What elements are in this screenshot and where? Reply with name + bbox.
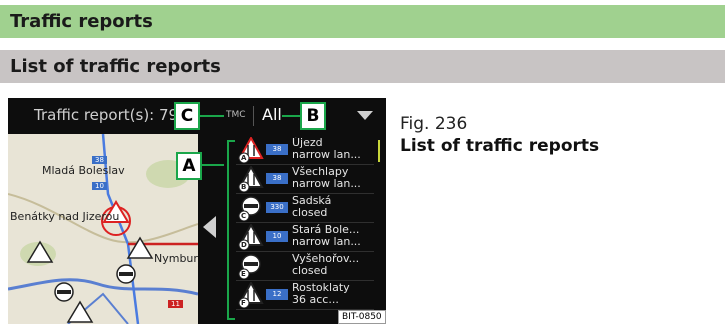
traffic-list-panel: A 38 Újezd narrow lan... B 38 Všechlapy narrow … [198, 134, 386, 324]
marker-letter: D [241, 241, 247, 249]
tmc-label: TMC [226, 110, 246, 120]
topbar-divider [253, 106, 254, 126]
road-number-badge: 38 [266, 144, 288, 155]
road-number-badge: 38 [266, 173, 288, 184]
navigation-screen-figure: Traffic report(s): 79 TMC All C B Mladá … [8, 98, 386, 324]
report-text: Rostoklaty 36 acc... [292, 282, 372, 306]
dropdown-arrow-icon[interactable] [357, 111, 373, 120]
map-label-nymburk: Nymburk [154, 252, 198, 265]
subsection-heading: List of traffic reports [0, 50, 725, 83]
marker-letter: C [241, 212, 247, 220]
accident-icon: F [238, 280, 264, 309]
traffic-list-item[interactable]: D 10 Stará Bole... narrow lan... [236, 222, 374, 252]
roadworks-icon: A [238, 135, 264, 164]
traffic-list-item[interactable]: E Vyšehořov... closed [236, 252, 374, 281]
map-label-mlada-boleslav: Mladá Boleslav [42, 164, 125, 177]
callout-b-leader [282, 115, 300, 117]
map-label-benatky: Benátky nad Jizerou [10, 210, 120, 223]
road-number-badge: 330 [266, 202, 288, 213]
callout-b: B [300, 102, 326, 130]
report-text: Újezd narrow lan... [292, 137, 372, 161]
map-view[interactable]: Mladá Boleslav Benátky nad Jizerou Nymbu… [8, 134, 198, 324]
report-event: narrow lan... [292, 148, 361, 161]
marker-letter: A [241, 154, 247, 162]
section-heading: Traffic reports [0, 5, 725, 38]
report-event: 36 acc... [292, 293, 339, 306]
marker-letter: E [241, 270, 246, 278]
callout-a-leader [202, 164, 224, 166]
report-event: narrow lan... [292, 177, 361, 190]
report-event: narrow lan... [292, 235, 361, 248]
callout-a-bracket [227, 140, 235, 320]
road-closed-icon: C [238, 195, 264, 222]
report-text: Všechlapy narrow lan... [292, 166, 372, 190]
scrollbar[interactable] [378, 140, 380, 162]
marker-letter: F [241, 299, 246, 307]
report-event: closed [292, 264, 328, 277]
traffic-report-list: A 38 Újezd narrow lan... B 38 Všechlapy narrow … [236, 135, 374, 310]
traffic-list-item[interactable]: C 330 Sadská closed [236, 194, 374, 223]
report-text: Sadská closed [292, 195, 372, 219]
road-number-badge: 10 [266, 231, 288, 242]
callout-c-leader [200, 115, 224, 117]
traffic-list-item[interactable]: B 38 Všechlapy narrow lan... [236, 164, 374, 194]
marker-letter: B [241, 183, 247, 191]
report-text: Stará Bole... narrow lan... [292, 224, 372, 248]
figure-title: List of traffic reports [400, 136, 600, 156]
filter-selector[interactable]: All [262, 105, 282, 124]
callout-c: C [174, 102, 200, 130]
traffic-list-item[interactable]: F 12 Rostoklaty 36 acc... [236, 280, 374, 310]
map-road-number: 38 [92, 156, 107, 164]
narrow-road-icon: B [238, 164, 264, 193]
narrow-road-icon: D [238, 222, 264, 251]
map-road-number: 11 [168, 300, 183, 308]
road-closed-icon: E [238, 253, 264, 280]
road-number-badge: 12 [266, 289, 288, 300]
collapse-list-arrow-icon[interactable] [203, 216, 216, 238]
report-text: Vyšehořov... closed [292, 253, 372, 277]
report-event: closed [292, 206, 328, 219]
image-code: BIT-0850 [338, 310, 386, 324]
map-road-number: 10 [92, 182, 107, 190]
figure-number: Fig. 236 [400, 114, 468, 134]
traffic-report-count: Traffic report(s): 79 [34, 106, 179, 124]
callout-a: A [176, 152, 202, 180]
traffic-list-item[interactable]: A 38 Újezd narrow lan... [236, 135, 374, 165]
